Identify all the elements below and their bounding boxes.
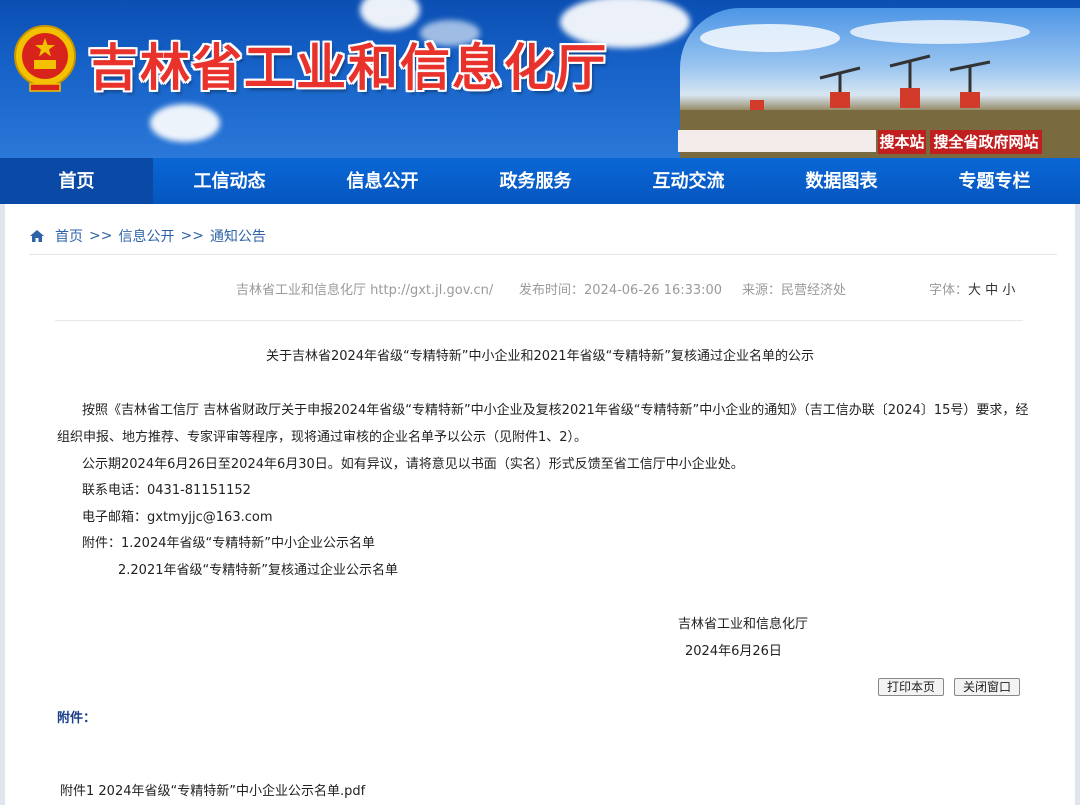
- main-nav: 首页 工信动态 信息公开 政务服务 互动交流 数据图表 专题专栏: [0, 158, 1080, 204]
- breadcrumb-info-disclosure-link[interactable]: 信息公开: [118, 226, 174, 246]
- search-province-button[interactable]: 搜全省政府网站: [930, 130, 1042, 154]
- signature-org: 吉林省工业和信息化厅: [678, 617, 809, 632]
- search-input[interactable]: [678, 130, 876, 152]
- contact-phone: 联系电话：0431-81151152: [82, 483, 251, 498]
- content-divider: [55, 320, 1023, 321]
- contact-email: 电子邮箱：gxtmyjjc@163.com: [82, 510, 273, 525]
- breadcrumb-divider: [29, 254, 1057, 255]
- nav-item-interaction[interactable]: 互动交流: [612, 158, 765, 204]
- nav-item-special-topics[interactable]: 专题专栏: [918, 158, 1071, 204]
- cloud-decoration: [150, 104, 220, 142]
- font-medium-link[interactable]: 中: [985, 283, 998, 298]
- close-window-button[interactable]: 关闭窗口: [954, 678, 1020, 696]
- meta-site: 吉林省工业和信息化厅 http://gxt.jl.gov.cn/: [236, 283, 494, 298]
- breadcrumb-separator: >>: [180, 228, 204, 244]
- meta-source: 来源：民营经济处: [742, 283, 847, 298]
- breadcrumb-notices-link[interactable]: 通知公告: [210, 226, 266, 246]
- attachment-file-link[interactable]: 附件1 2024年省级“专精特新”中小企业公示名单.pdf: [60, 780, 365, 799]
- attachment-list-item-2: 2.2021年省级“专精特新”复核通过企业公示名单: [118, 563, 398, 578]
- nav-item-info-disclosure[interactable]: 信息公开: [306, 158, 459, 204]
- breadcrumb-separator: >>: [89, 228, 113, 244]
- font-large-link[interactable]: 大: [968, 283, 981, 298]
- font-size-switcher: 字体：大 中 小: [929, 279, 1015, 298]
- article-paragraph-1-line-2: 组织申报、地方推荐、专家评审等程序，现将通过审核的企业名单予以公示（见附件1、2…: [57, 430, 588, 445]
- site-banner: 吉林省工业和信息化厅 搜本站 搜全省政府网站: [0, 0, 1080, 158]
- cloud-decoration: [360, 0, 420, 30]
- nav-item-news[interactable]: 工信动态: [153, 158, 306, 204]
- home-icon: [30, 230, 44, 242]
- search-site-button[interactable]: 搜本站: [878, 130, 926, 154]
- content-panel: 首页 >> 信息公开 >> 通知公告 吉林省工业和信息化厅 http://gxt…: [5, 204, 1075, 805]
- article-paragraph-1-line-1: 按照《吉林省工信厅 吉林省财政厅关于申报2024年省级“专精特新”中小企业及复核…: [82, 403, 1029, 418]
- attachment-list-item-1: 附件：1.2024年省级“专精特新”中小企业公示名单: [82, 536, 375, 551]
- print-page-button[interactable]: 打印本页: [878, 678, 944, 696]
- attachments-label: 附件：: [57, 711, 97, 726]
- signature-date: 2024年6月26日: [685, 644, 782, 659]
- nav-item-data-charts[interactable]: 数据图表: [765, 158, 918, 204]
- nav-item-gov-services[interactable]: 政务服务: [459, 158, 612, 204]
- font-size-label: 字体：: [929, 283, 969, 298]
- breadcrumb: 首页 >> 信息公开 >> 通知公告: [29, 224, 266, 248]
- nav-item-home[interactable]: 首页: [0, 158, 153, 204]
- article-title: 关于吉林省2024年省级“专精特新”中小企业和2021年省级“专精特新”复核通过…: [265, 349, 815, 364]
- meta-publish-time: 发布时间：2024-06-26 16:33:00: [519, 283, 723, 298]
- article-paragraph-2: 公示期2024年6月26日至2024年6月30日。如有异议，请将意见以书面（实名…: [82, 457, 744, 472]
- site-title: 吉林省工业和信息化厅: [88, 38, 608, 97]
- font-small-link[interactable]: 小: [1002, 283, 1015, 298]
- breadcrumb-home-link[interactable]: 首页: [55, 226, 83, 246]
- national-emblem-icon: [14, 25, 76, 92]
